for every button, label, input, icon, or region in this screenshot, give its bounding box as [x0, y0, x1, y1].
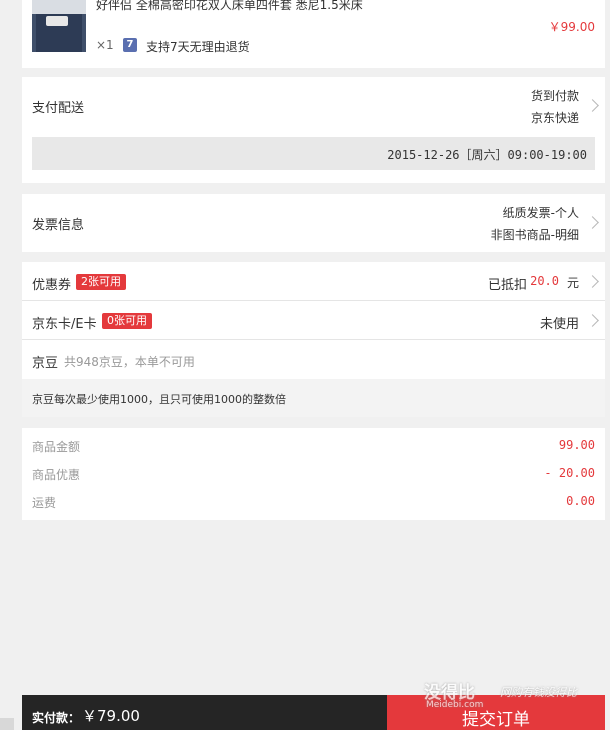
seven-day-return-icon: 7 — [123, 38, 137, 52]
submit-order-label: 提交订单 — [462, 710, 530, 730]
delivery-time: 2015-12-26［周六］09:00-19:00 — [387, 148, 587, 162]
summary-value: 99.00 — [558, 438, 595, 452]
total-label: 实付款： — [32, 711, 81, 725]
summary-label: 商品优惠 — [32, 468, 81, 482]
payment-method: 货到付款 — [530, 89, 579, 103]
jd-card-label: 京东卡/E卡 — [32, 317, 97, 332]
product-image[interactable] — [32, 0, 86, 52]
jd-bean-label: 京豆 — [32, 356, 59, 371]
coupon-amount: 20.0 — [530, 274, 559, 288]
coupon-available-badge: 2张可用 — [76, 274, 126, 290]
product-card: 好伴侣 全棉高密印花双人床单四件套 悉尼1.5米床 ￥99.00 ×1 7 支持… — [22, 0, 605, 68]
coupon-label: 优惠券 — [32, 278, 72, 293]
left-edge-indicator — [0, 718, 14, 730]
chevron-right-icon — [586, 314, 599, 327]
summary-label: 商品金额 — [32, 440, 81, 454]
jd-bean-rule: 京豆每次最少使用1000，且只可使用1000的整数倍 — [32, 393, 286, 406]
delivery-label: 支付配送 — [32, 101, 85, 116]
jd-bean-info: 共948京豆，本单不可用 — [64, 355, 195, 369]
delivery-card[interactable]: 支付配送 货到付款 京东快递 2015-12-26［周六］09:00-19:00 — [22, 77, 605, 183]
jd-bean-rule-box: 京豆每次最少使用1000，且只可使用1000的整数倍 — [22, 379, 605, 417]
summary-label: 运费 — [32, 496, 57, 510]
summary-row: 运费 0.00 — [22, 492, 605, 514]
coupon-row[interactable]: 优惠券 2张可用 已抵扣 20.0 元 — [22, 262, 605, 300]
price-summary-card: 商品金额 99.00 商品优惠 - 20.00 运费 0.00 — [22, 428, 605, 520]
invoice-content: 非图书商品-明细 — [490, 228, 579, 242]
invoice-label: 发票信息 — [32, 218, 85, 233]
coupon-unit: 元 — [566, 276, 579, 290]
jd-card-row[interactable]: 京东卡/E卡 0张可用 未使用 — [22, 301, 605, 339]
checkout-footer: 实付款： ￥79.00 提交订单 — [22, 695, 605, 730]
product-quantity: ×1 — [96, 38, 114, 52]
product-price: ￥99.00 — [548, 20, 595, 34]
jd-card-available-badge: 0张可用 — [102, 313, 152, 329]
chevron-right-icon — [586, 99, 599, 112]
invoice-card[interactable]: 发票信息 纸质发票-个人 非图书商品-明细 — [22, 194, 605, 252]
summary-row: 商品金额 99.00 — [22, 436, 605, 458]
return-policy-text: 支持7天无理由退货 — [146, 40, 250, 54]
summary-row: 商品优惠 - 20.00 — [22, 464, 605, 486]
chevron-right-icon — [586, 216, 599, 229]
chevron-right-icon — [586, 275, 599, 288]
submit-order-button[interactable]: 提交订单 — [387, 695, 605, 730]
delivery-carrier: 京东快递 — [530, 111, 579, 125]
discount-card: 优惠券 2张可用 已抵扣 20.0 元 京东卡/E卡 0张可用 未使用 京豆 共… — [22, 262, 605, 417]
summary-value: - 20.00 — [544, 466, 595, 480]
total-value: ￥79.00 — [82, 707, 140, 725]
delivery-time-box[interactable]: 2015-12-26［周六］09:00-19:00 — [32, 137, 595, 170]
coupon-deducted-label: 已抵扣 — [487, 278, 527, 293]
invoice-type: 纸质发票-个人 — [502, 206, 579, 220]
jd-card-status: 未使用 — [539, 317, 579, 332]
product-title[interactable]: 好伴侣 全棉高密印花双人床单四件套 悉尼1.5米床 — [96, 0, 363, 13]
summary-value: 0.00 — [566, 494, 595, 508]
jd-bean-row: 京豆 共948京豆，本单不可用 — [22, 340, 605, 378]
